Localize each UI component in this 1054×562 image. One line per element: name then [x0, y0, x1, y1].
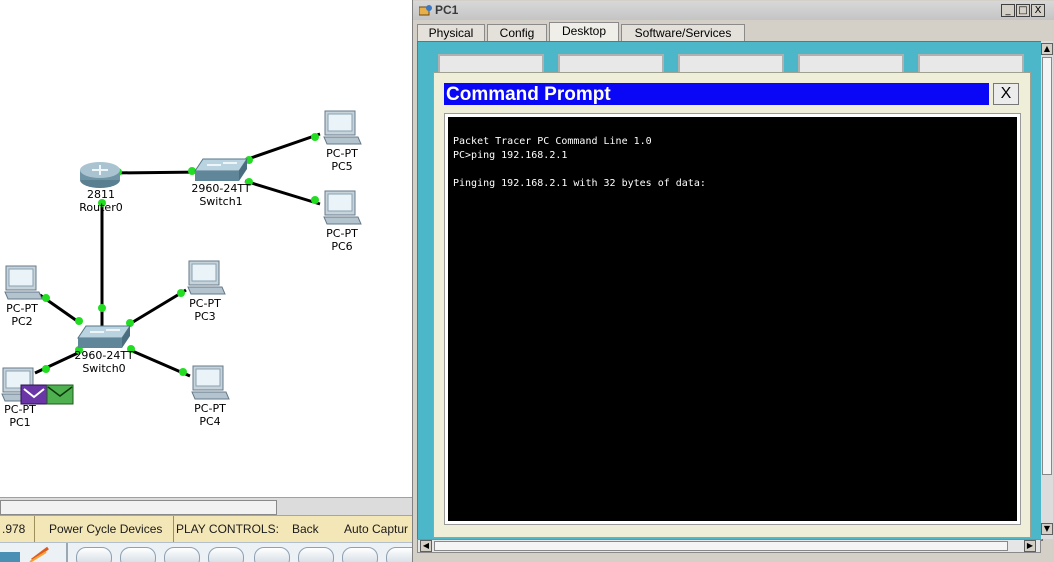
pc-icon[interactable] — [190, 365, 230, 401]
window-title: PC1 — [435, 3, 459, 17]
tab-physical[interactable]: Physical — [417, 24, 485, 42]
pc4-label: PC-PT PC4 — [186, 402, 234, 428]
pc5-name: PC5 — [331, 160, 353, 173]
scrollbar-thumb[interactable] — [0, 500, 277, 515]
pc5-model: PC-PT — [326, 147, 358, 160]
auto-capture-button[interactable]: Auto Captur — [344, 522, 408, 536]
router-icon[interactable] — [78, 158, 122, 190]
play-controls-label: PLAY CONTROLS: — [176, 522, 279, 536]
workspace-horizontal-scrollbar[interactable] — [0, 497, 412, 516]
tab-desktop[interactable]: Desktop — [549, 22, 619, 43]
minimize-button[interactable]: _ — [1001, 4, 1015, 17]
pc6-name: PC6 — [331, 240, 353, 253]
realtime-status-bar: .978 Power Cycle Devices PLAY CONTROLS: … — [0, 515, 412, 543]
pc4-model: PC-PT — [194, 402, 226, 415]
device-button[interactable] — [254, 547, 290, 562]
pc5-label: PC-PT PC5 — [318, 147, 366, 173]
router0-name: Router0 — [79, 201, 123, 214]
command-prompt-dialog: Command Prompt X Packet Tracer PC Comman… — [433, 72, 1031, 538]
pc-icon[interactable] — [3, 265, 43, 301]
switch-icon[interactable] — [193, 157, 249, 183]
pc1-model: PC-PT — [4, 403, 36, 416]
router0-label: 2811 Router0 — [74, 188, 128, 214]
maximize-button[interactable]: □ — [1016, 4, 1030, 17]
switch1-name: Switch1 — [199, 195, 243, 208]
pc3-label: PC-PT PC3 — [181, 297, 229, 323]
device-button[interactable] — [164, 547, 200, 562]
packet-tracer-app-icon — [419, 5, 432, 16]
device-button[interactable] — [76, 547, 112, 562]
close-button[interactable]: X — [1031, 4, 1045, 17]
pc1-label: PC-PT PC1 — [0, 403, 44, 429]
scroll-right-arrow-icon[interactable]: ▶ — [1024, 540, 1036, 552]
back-button[interactable]: Back — [292, 522, 319, 536]
scrollbar-thumb[interactable] — [1042, 57, 1052, 475]
pc2-name: PC2 — [11, 315, 33, 328]
scrollbar-thumb[interactable] — [434, 541, 1008, 551]
logical-workspace[interactable]: 2811 Router0 2960-24TT Switch1 2960-24TT… — [0, 0, 412, 562]
status-separator — [34, 516, 35, 543]
tab-config[interactable]: Config — [487, 24, 547, 42]
device-button[interactable] — [386, 547, 412, 562]
switch0-model: 2960-24TT — [74, 349, 134, 362]
switch-icon[interactable] — [76, 324, 132, 350]
tab-software-services[interactable]: Software/Services — [621, 24, 745, 42]
pc2-model: PC-PT — [6, 302, 38, 315]
window-title-bar[interactable]: PC1 _ □ X — [413, 1, 1054, 20]
pc3-model: PC-PT — [189, 297, 221, 310]
switch1-model: 2960-24TT — [191, 182, 251, 195]
pc-icon[interactable] — [186, 260, 226, 296]
pc4-name: PC4 — [199, 415, 221, 428]
link-switch0-pc3[interactable] — [127, 288, 187, 327]
command-prompt-title-bar[interactable]: Command Prompt — [444, 83, 989, 105]
status-separator — [173, 516, 174, 543]
switch1-label: 2960-24TT Switch1 — [185, 182, 257, 208]
pc2-label: PC-PT PC2 — [0, 302, 46, 328]
switch0-name: Switch0 — [82, 362, 126, 375]
command-prompt-close-button[interactable]: X — [993, 83, 1019, 105]
switch0-label: 2960-24TT Switch0 — [68, 349, 140, 375]
scroll-left-arrow-icon[interactable]: ◀ — [420, 540, 432, 552]
power-cycle-devices-button[interactable]: Power Cycle Devices — [49, 522, 162, 536]
pc3-name: PC3 — [194, 310, 216, 323]
device-button[interactable] — [208, 547, 244, 562]
pc1-name: PC1 — [9, 416, 31, 429]
pc6-model: PC-PT — [326, 227, 358, 240]
window-horizontal-scrollbar[interactable]: ◀ ▶ — [417, 539, 1041, 553]
device-type-toolbar — [0, 542, 412, 562]
device-button[interactable] — [298, 547, 334, 562]
scroll-down-arrow-icon[interactable]: ▼ — [1041, 523, 1053, 535]
pc-icon[interactable] — [322, 110, 362, 146]
device-button[interactable] — [342, 547, 378, 562]
command-prompt-title: Command Prompt — [446, 84, 611, 105]
time-readout: .978 — [2, 522, 26, 536]
device-button[interactable] — [120, 547, 156, 562]
pc-icon[interactable] — [322, 190, 362, 226]
scroll-up-arrow-icon[interactable]: ▲ — [1041, 43, 1053, 55]
terminal-frame: Packet Tracer PC Command Line 1.0 PC>pin… — [444, 113, 1021, 525]
device-category-icon[interactable] — [0, 546, 56, 562]
toolbar-separator — [66, 543, 68, 562]
pc6-label: PC-PT PC6 — [318, 227, 366, 253]
link-switch1-pc5[interactable] — [244, 132, 321, 162]
window-vertical-scrollbar[interactable]: ▲ ▼ — [1041, 41, 1053, 539]
router0-model: 2811 — [87, 188, 115, 201]
terminal-output[interactable]: Packet Tracer PC Command Line 1.0 PC>pin… — [448, 117, 1017, 521]
